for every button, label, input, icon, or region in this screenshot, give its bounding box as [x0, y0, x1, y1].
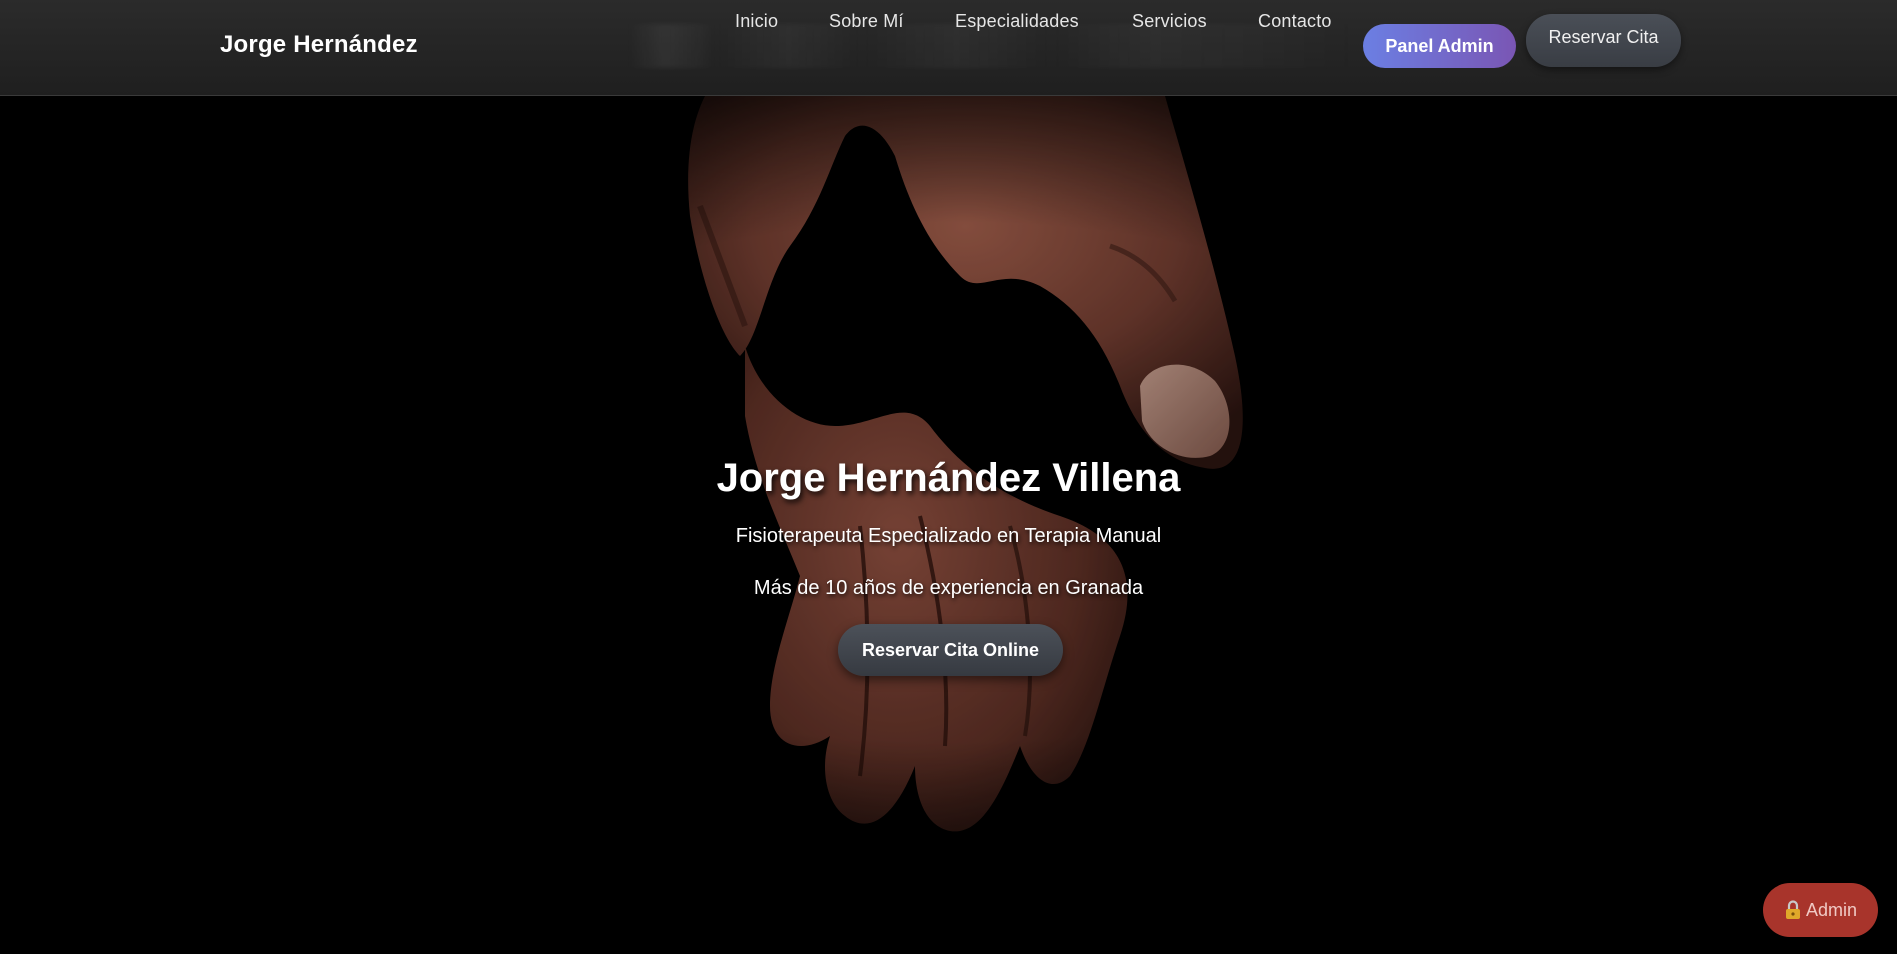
nav-item-servicios[interactable]: Servicios [1132, 11, 1207, 32]
admin-float-label: Admin [1805, 899, 1858, 920]
reservar-cita-online-button[interactable]: Reservar Cita Online [838, 624, 1063, 676]
hero-subtitle: Fisioterapeuta Especializado en Terapia … [735, 525, 1162, 547]
hero-title: Jorge Hernández Villena [716, 456, 1181, 500]
site-header: Jorge Hernández Inicio Sobre Mí Especial… [0, 0, 1897, 96]
reservar-cita-button[interactable]: Reservar Cita [1526, 14, 1681, 67]
nav-item-especialidades[interactable]: Especialidades [955, 11, 1079, 32]
hero-experience: Más de 10 años de experiencia en Granada [753, 577, 1144, 599]
nav-item-inicio[interactable]: Inicio [735, 11, 778, 32]
nav-item-contacto[interactable]: Contacto [1258, 11, 1332, 32]
admin-float-button[interactable]: Admin [1763, 883, 1878, 937]
lock-icon [1785, 900, 1800, 919]
hero-section: Jorge Hernández Villena Fisioterapeuta E… [0, 96, 1897, 954]
panel-admin-button[interactable]: Panel Admin [1363, 24, 1516, 68]
nav-item-sobre-mi[interactable]: Sobre Mí [829, 11, 904, 32]
brand-logo[interactable]: Jorge Hernández [220, 31, 418, 59]
